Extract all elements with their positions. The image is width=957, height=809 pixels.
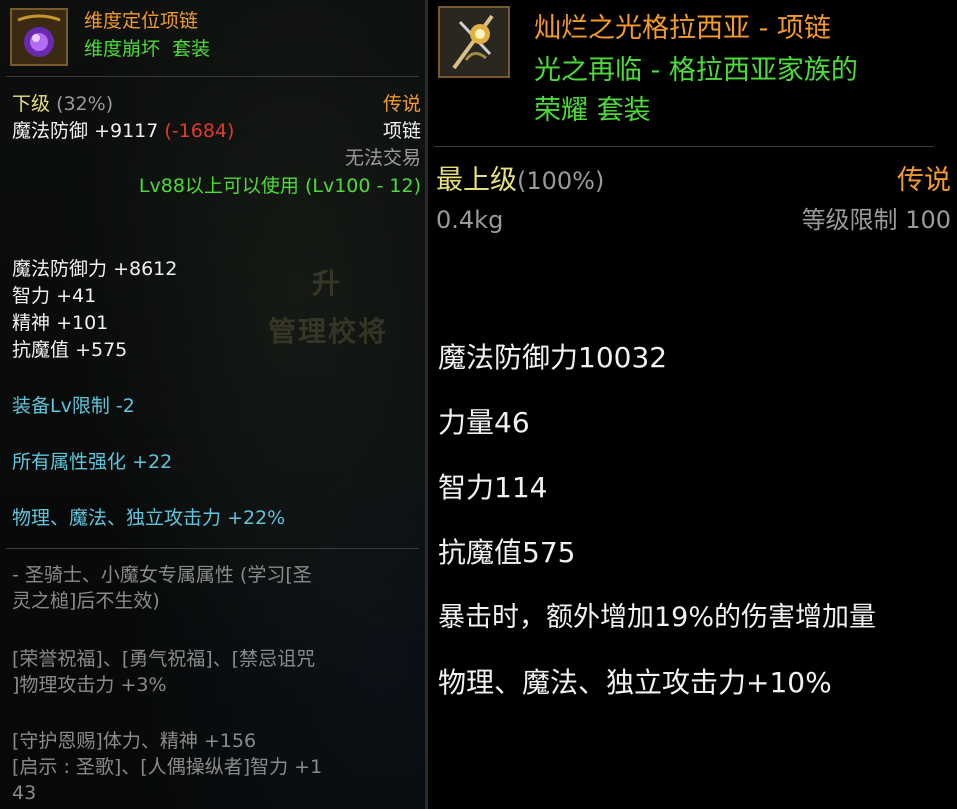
rarity: 传说: [382, 93, 421, 115]
main-stat-diff: (-1684): [164, 120, 235, 142]
skill-bonus: [守护恩赐]体力、精神 +156: [12, 730, 257, 752]
grade-label: 下级: [12, 93, 51, 115]
grade: 最上级(100%): [436, 166, 604, 196]
skill-bonus: 43: [12, 782, 37, 804]
set-suffix: 套装: [596, 95, 651, 126]
purple-orb-necklace-icon[interactable]: [10, 8, 68, 66]
stat-line: 物理、魔法、独立攻击力+10%: [438, 666, 832, 699]
divider: [434, 146, 934, 147]
class-restriction: - 圣骑士、小魔女专属属性 (学习[圣: [12, 564, 312, 586]
main-stat-value: +9117: [94, 120, 159, 142]
golden-staff-necklace-icon[interactable]: [438, 6, 510, 78]
bonus-line: 所有属性强化 +22: [12, 451, 173, 473]
stat-line: 抗魔值575: [438, 536, 576, 569]
grade-label: 最上级: [436, 165, 517, 196]
stat-line: 力量46: [438, 406, 530, 439]
set-name: 光之再临 - 格拉西亚家族的: [534, 55, 858, 86]
trade-status: 无法交易: [344, 147, 421, 169]
set-suffix: 套装: [172, 38, 211, 60]
right-item-tooltip: 灿烂之光格拉西亚 - 项链 光之再临 - 格拉西亚家族的 荣耀 套装 最上级(1…: [428, 0, 957, 809]
main-stat-label: 魔法防御: [12, 120, 89, 142]
set-name-text: 荣耀: [534, 95, 588, 126]
skill-bonus: [荣誉祝福]、[勇气祝福]、[禁忌诅咒: [12, 648, 316, 670]
rarity: 传说: [897, 165, 951, 196]
stat-line: 魔法防御力10032: [438, 341, 668, 374]
main-stat: 魔法防御 +9117 (-1684): [12, 120, 234, 142]
level-limit: 等级限制 100: [801, 206, 951, 234]
class-restriction: 灵之槌]后不生效): [12, 590, 160, 612]
level-requirement: Lv88以上可以使用 (Lv100 - 12): [138, 175, 421, 197]
grade-percent: (32%): [56, 93, 114, 115]
stat-line: 精神 +101: [12, 312, 109, 334]
slot-type: 项链: [382, 120, 421, 142]
bonus-line: 物理、魔法、独立攻击力 +22%: [12, 507, 286, 529]
background-text: 升: [312, 267, 343, 300]
divider: [6, 548, 419, 549]
stat-line: 抗魔值 +575: [12, 339, 128, 361]
stat-line: 魔法防御力 +8612: [12, 258, 178, 280]
set-name-text: 维度崩坏: [84, 38, 161, 60]
skill-bonus: [启示 : 圣歌]、[人偶操纵者]智力 +1: [12, 756, 323, 778]
bonus-line: 装备Lv限制 -2: [12, 395, 135, 417]
stat-line: 智力 +41: [12, 285, 97, 307]
item-name: 灿烂之光格拉西亚 - 项链: [534, 13, 831, 44]
divider: [6, 76, 419, 77]
left-item-tooltip: 升 管理校将 维度定位项链 维度崩坏 套装 下级 (32%) 传说 魔法防御 +…: [0, 0, 425, 809]
stat-line: 暴击时，额外增加19%的伤害增加量: [438, 602, 877, 633]
set-name: 荣耀 套装: [534, 96, 651, 126]
skill-bonus: ]物理攻击力 +3%: [12, 674, 167, 696]
set-name: 维度崩坏 套装: [84, 38, 210, 60]
grade-percent: (100%): [517, 167, 605, 195]
item-name: 维度定位项链: [84, 10, 199, 32]
grade: 下级 (32%): [12, 93, 113, 115]
background-text: 管理校将: [268, 315, 389, 348]
weight: 0.4kg: [436, 206, 504, 234]
stat-line: 智力114: [438, 471, 548, 504]
